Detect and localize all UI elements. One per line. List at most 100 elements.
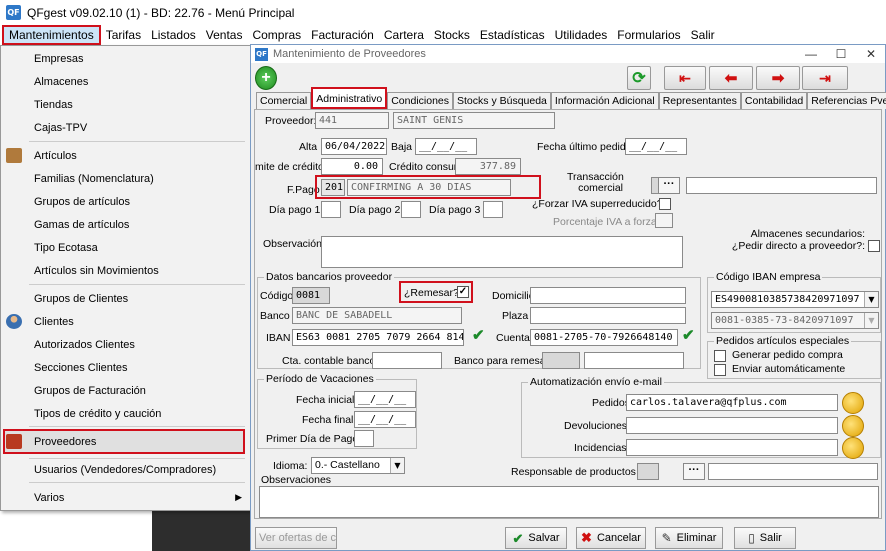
banco-remesar-code-field[interactable] <box>542 352 580 369</box>
tab-comercial[interactable]: Comercial <box>256 92 312 109</box>
menu-item-tipo-ecotasa[interactable]: Tipo Ecotasa <box>1 237 250 258</box>
primer-dia-pago-field[interactable] <box>354 430 374 447</box>
menu-item-autorizados-clientes[interactable]: Autorizados Clientes <box>1 334 250 355</box>
plaza-field[interactable] <box>530 307 686 324</box>
menu-salir[interactable]: Salir <box>686 25 720 45</box>
dia-pago2-field[interactable] <box>401 201 421 218</box>
salvar-button[interactable]: ✔ Salvar <box>505 527 567 549</box>
observacion-field[interactable] <box>321 236 683 268</box>
tab-administrativo[interactable]: Administrativo <box>311 87 388 109</box>
menu-mantenimientos[interactable]: Mantenimientos <box>2 25 101 45</box>
remesar-checkbox[interactable]: ✓ <box>457 286 469 298</box>
generar-pedido-checkbox[interactable] <box>714 350 726 362</box>
menu-utilidades[interactable]: Utilidades <box>550 25 613 45</box>
transaccion-desc-field[interactable] <box>686 177 877 194</box>
menu-formularios[interactable]: Formularios <box>612 25 685 45</box>
almacenes-secundarios-checkbox[interactable] <box>868 240 880 252</box>
menu-item-empresas[interactable]: Empresas <box>1 48 250 69</box>
close-icon[interactable]: ✕ <box>856 45 886 63</box>
tab-contabilidad[interactable]: Contabilidad <box>740 92 808 109</box>
banco-field[interactable]: BANC DE SABADELL <box>292 307 462 324</box>
menu-item-tipos-credito[interactable]: Tipos de crédito y caución <box>1 403 250 424</box>
maximize-icon[interactable]: ☐ <box>826 45 856 63</box>
responsable-code-field[interactable] <box>637 463 659 480</box>
menu-listados[interactable]: Listados <box>146 25 201 45</box>
incidencias-email-field[interactable] <box>626 439 838 456</box>
pedidos-email-field[interactable]: carlos.talavera@qfplus.com <box>626 394 838 411</box>
dia-pago1-field[interactable] <box>321 201 341 218</box>
menu-facturacion[interactable]: Facturación <box>306 25 379 45</box>
menu-item-familias[interactable]: Familias (Nomenclatura) <box>1 168 250 189</box>
limite-credito-field[interactable]: 0.00 <box>321 158 383 175</box>
tab-condiciones[interactable]: Condiciones <box>387 92 454 109</box>
menu-stocks[interactable]: Stocks <box>429 25 475 45</box>
fecha-inicial-field[interactable]: __/__/__ <box>354 391 416 408</box>
proveedor-code-field[interactable]: 441 <box>315 112 389 129</box>
menu-item-secciones-clientes[interactable]: Secciones Clientes <box>1 357 250 378</box>
banco-codigo-field[interactable]: 0081 <box>292 287 330 304</box>
menu-item-usuarios[interactable]: Usuarios (Vendedores/Compradores) <box>1 459 250 480</box>
menu-item-articulos[interactable]: Artículos <box>1 145 250 166</box>
menu-item-grupos-facturacion[interactable]: Grupos de Facturación <box>1 380 250 401</box>
iban-empresa-group: Código IBAN empresa ES490081038573842097… <box>707 271 881 333</box>
banco-remesar-field[interactable] <box>584 352 684 369</box>
attach-pedidos-icon[interactable] <box>842 392 864 414</box>
cta-contable-field[interactable] <box>372 352 442 369</box>
proveedor-name-field[interactable]: SAINT GENIS <box>393 112 555 129</box>
iban-empresa-cuenta: 0081-0385-73-8420971097 <box>715 315 854 326</box>
iban-field[interactable]: ES63 0081 2705 7079 2664 8140 <box>292 329 464 346</box>
fpago-code-field[interactable]: 201 <box>321 179 345 196</box>
next-record-button[interactable]: ➡ <box>756 66 800 90</box>
cancelar-button[interactable]: ✖ Cancelar <box>576 527 646 549</box>
last-record-button[interactable]: ⇥ <box>802 66 848 90</box>
observaciones-field[interactable] <box>259 486 879 518</box>
dia-pago3-field[interactable] <box>483 201 503 218</box>
minimize-icon[interactable]: — <box>796 45 826 63</box>
devoluciones-email-field[interactable] <box>626 417 838 434</box>
fecha-final-field[interactable]: __/__/__ <box>354 411 416 428</box>
baja-date-field[interactable]: __/__/__ <box>415 138 477 155</box>
menu-cartera[interactable]: Cartera <box>379 25 429 45</box>
previous-record-button[interactable]: ⬅ <box>709 66 753 90</box>
menu-item-grupos-articulos[interactable]: Grupos de artículos <box>1 191 250 212</box>
tab-referencias-pve[interactable]: Referencias Pve. QF+ <box>807 92 886 109</box>
attach-incidencias-icon[interactable] <box>842 437 864 459</box>
transaccion-lookup-button[interactable]: ··· <box>658 177 680 194</box>
menu-compras[interactable]: Compras <box>247 25 306 45</box>
tab-informacion-adicional[interactable]: Información Adicional <box>550 92 659 109</box>
idioma-select[interactable]: 0.- Castellano ▼ <box>311 457 405 474</box>
menu-item-grupos-clientes[interactable]: Grupos de Clientes <box>1 288 250 309</box>
menu-item-cajas-tpv[interactable]: Cajas-TPV <box>1 117 250 138</box>
salir-button[interactable]: ▯ Salir <box>734 527 796 549</box>
menu-item-gamas-articulos[interactable]: Gamas de artículos <box>1 214 250 235</box>
fecha-ultimo-pedido-field[interactable]: __/__/__ <box>625 138 687 155</box>
fpago-desc-field: CONFIRMING A 30 DIAS <box>347 179 511 196</box>
chevron-down-icon: ▼ <box>864 313 878 328</box>
menu-item-clientes[interactable]: Clientes <box>1 311 250 332</box>
menu-item-articulos-sin-movimientos[interactable]: Artículos sin Movimientos <box>1 260 250 281</box>
refresh-button[interactable]: ⟳ <box>627 66 651 90</box>
menu-estadisticas[interactable]: Estadísticas <box>475 25 550 45</box>
menu-item-varios[interactable]: Varios ▶ <box>1 487 250 508</box>
cuenta-field[interactable]: 0081-2705-70-7926648140 <box>530 329 678 346</box>
tab-representantes[interactable]: Representantes <box>658 92 741 109</box>
menu-tarifas[interactable]: Tarifas <box>101 25 146 45</box>
menu-ventas[interactable]: Ventas <box>201 25 248 45</box>
iban-empresa-select[interactable]: ES4900810385738420971097 ▼ <box>711 291 879 308</box>
tab-stocks-busqueda[interactable]: Stocks y Búsqueda <box>453 92 551 109</box>
menu-item-proveedores[interactable]: Proveedores <box>3 429 245 454</box>
menu-item-tiendas[interactable]: Tiendas <box>1 94 250 115</box>
alta-date-field[interactable]: 06/04/2022 <box>321 138 387 155</box>
responsable-desc-field[interactable] <box>708 463 878 480</box>
add-button[interactable]: + <box>255 66 277 90</box>
enviar-auto-checkbox[interactable] <box>714 364 726 376</box>
eliminar-button[interactable]: ✎ Eliminar <box>655 527 723 549</box>
domicilio-field[interactable] <box>530 287 686 304</box>
porcentaje-iva-label: Porcentaje IVA a forzar: <box>553 216 664 228</box>
forzar-iva-checkbox[interactable] <box>659 198 671 210</box>
ver-ofertas-button[interactable]: Ver ofertas de con <box>255 527 337 549</box>
first-record-button[interactable]: ⇤ <box>664 66 706 90</box>
attach-devoluciones-icon[interactable] <box>842 415 864 437</box>
menu-item-almacenes[interactable]: Almacenes <box>1 71 250 92</box>
responsable-lookup-button[interactable]: ··· <box>683 463 705 480</box>
